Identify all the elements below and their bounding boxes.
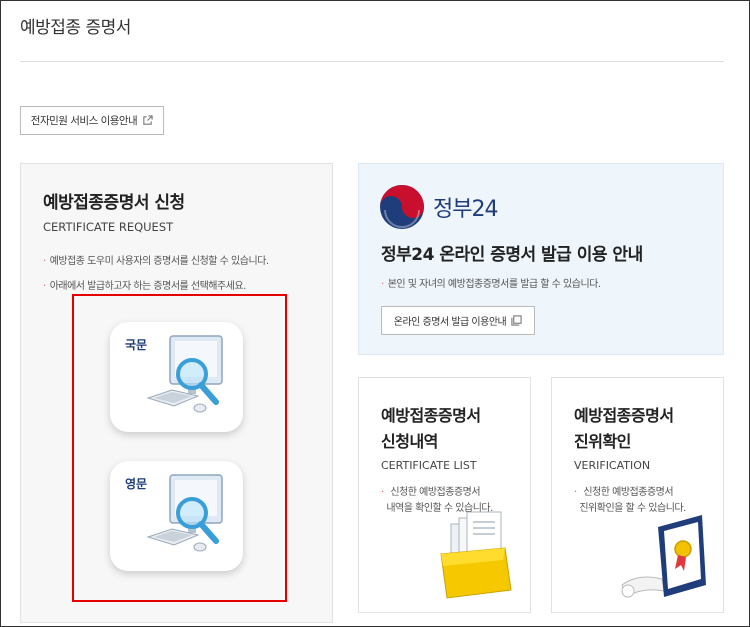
list-card-subtitle: CERTIFICATE LIST — [381, 459, 477, 472]
certificate-icon — [621, 515, 706, 598]
gov24-guide-button[interactable]: 온라인 증명서 발급 이용안내 — [381, 306, 535, 335]
gov24-card: 정부24 정부24 온라인 증명서 발급 이용 안내 본인 및 자녀의 예방접종… — [358, 163, 724, 355]
korean-certificate-button[interactable]: 국문 — [110, 322, 243, 432]
list-card-title-2: 신청내역 — [381, 432, 438, 451]
english-certificate-button[interactable]: 영문 — [110, 461, 243, 571]
gov24-title: 정부24 온라인 증명서 발급 이용 안내 — [381, 245, 643, 265]
request-card-title: 예방접종증명서 신청 — [43, 193, 185, 213]
verify-card-title-1: 예방접종증명서 — [574, 406, 674, 425]
list-card-bullet-1: 신청한 예방접종증명서 — [390, 487, 481, 498]
service-guide-button[interactable]: 전자민원 서비스 이용안내 — [20, 106, 164, 135]
verification-card[interactable]: 예방접종증명서 진위확인 VERIFICATION 신청한 예방접종증명서 진위… — [551, 377, 724, 613]
gov24-logo: 정부24 — [379, 184, 498, 230]
request-card-subtitle: CERTIFICATE REQUEST — [43, 220, 174, 234]
gov24-logo-text: 정부24 — [433, 197, 498, 222]
verify-card-subtitle: VERIFICATION — [574, 459, 651, 472]
gov24-bullet: 본인 및 자녀의 예방접종증명서를 발급 할 수 있습니다. — [381, 275, 601, 290]
taegeuk-icon — [380, 185, 424, 229]
copy-window-icon — [511, 315, 522, 326]
page-title: 예방접종 증명서 — [20, 18, 131, 38]
service-guide-label: 전자민원 서비스 이용안내 — [30, 115, 138, 127]
external-link-icon — [143, 115, 153, 125]
certificate-list-card[interactable]: 예방접종증명서 신청내역 CERTIFICATE LIST 신청한 예방접종증명… — [358, 377, 531, 613]
divider — [20, 61, 724, 62]
list-item: 아래에서 발급하고자 하는 증명서를 선택해주세요. — [43, 277, 269, 292]
gov24-guide-label: 온라인 증명서 발급 이용안내 — [393, 317, 507, 328]
document-box-icon — [440, 511, 512, 599]
list-item: 예방접종 도우미 사용자의 증명서를 신청할 수 있습니다. — [43, 252, 269, 267]
computer-search-icon — [146, 474, 223, 552]
list-card-title-1: 예방접종증명서 — [381, 406, 481, 425]
computer-search-icon — [146, 335, 223, 413]
verify-card-title-2: 진위확인 — [574, 432, 631, 451]
verify-card-bullet-1: 신청한 예방접종증명서 — [583, 487, 674, 498]
